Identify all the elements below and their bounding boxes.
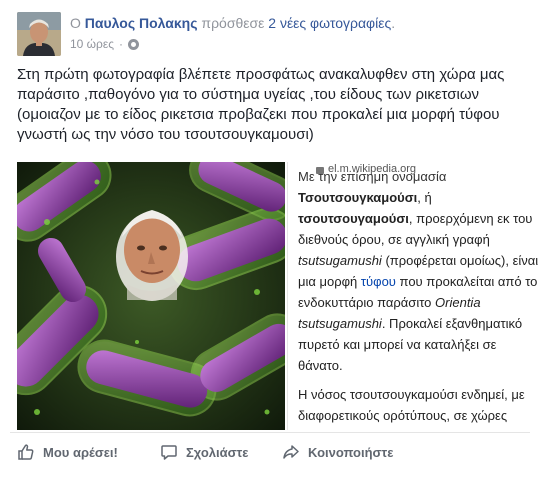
header-verb: πρόσθεσε xyxy=(201,15,265,31)
feed-post: Ο Παυλος Πολακης πρόσθεσε 2 νέες φωτογρα… xyxy=(0,0,540,478)
photo-wikipedia-screenshot[interactable]: el.m.wikipedia.org Με την επίσημη ονομασ… xyxy=(287,162,540,430)
thumbs-up-icon xyxy=(18,444,34,460)
wiki-article-text: Με την επίσημη ονομασία Τσουτσουγκαμούσι… xyxy=(298,166,540,430)
like-button[interactable]: Μου αρέσει! xyxy=(17,443,118,461)
share-arrow-icon xyxy=(283,445,299,459)
header-prefix: Ο xyxy=(70,15,81,31)
wiki-term1: Τσουτσουγκαμούσι xyxy=(298,190,418,205)
comment-button[interactable]: Σχολιάστε xyxy=(160,443,248,461)
share-button[interactable]: Κοινοποιήστε xyxy=(282,443,393,461)
globe-icon[interactable] xyxy=(128,38,140,50)
wiki-link-typhus: τύφου xyxy=(360,274,396,289)
added-photos-link[interactable]: 2 νέες φωτογραφίες xyxy=(268,15,391,31)
share-label: Κοινοποιήστε xyxy=(308,444,394,460)
post-timestamp[interactable]: 10 ώρες xyxy=(70,37,114,51)
comment-bubble-icon xyxy=(161,445,177,460)
post-actions-bar: Μου αρέσει! Σχολιάστε Κοινοποιήστε xyxy=(0,433,540,478)
like-label: Μου αρέσει! xyxy=(43,444,118,460)
wiki-line1: Με την επίσημη ονομασία xyxy=(298,169,447,184)
wiki-term2: τσουτσουγαμούσι xyxy=(298,211,409,226)
photo-bacteria-collage[interactable] xyxy=(17,162,285,430)
meta-separator: · xyxy=(119,37,124,51)
post-text: Στη πρώτη φωτογραφία βλέπετε προσφάτως α… xyxy=(17,66,505,143)
post-header: Ο Παυλος Πολακης πρόσθεσε 2 νέες φωτογρα… xyxy=(70,15,395,31)
comment-label: Σχολιάστε xyxy=(186,444,249,460)
wiki-para2: Η νόσος τσουτσουγκαμούσι ενδημεί, με δια… xyxy=(298,387,525,423)
wiki-line2: , ή xyxy=(417,190,432,205)
post-meta: 10 ώρες · xyxy=(70,37,140,51)
wiki-term3: tsutsugamushi xyxy=(298,253,382,268)
author-avatar[interactable] xyxy=(17,12,61,56)
author-name-link[interactable]: Παυλος Πολακης xyxy=(85,15,198,31)
header-suffix: . xyxy=(391,15,396,31)
photo-grid: el.m.wikipedia.org Με την επίσημη ονομασ… xyxy=(17,162,540,430)
